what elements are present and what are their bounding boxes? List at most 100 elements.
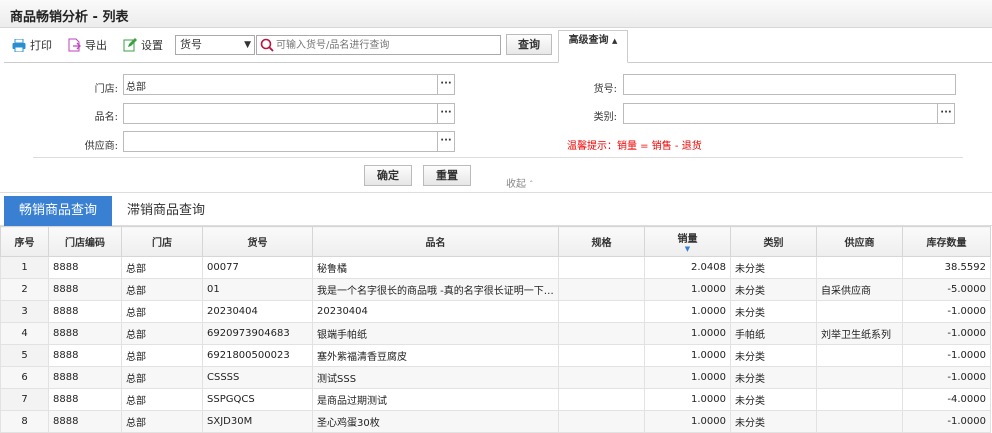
header-store-code[interactable]: 门店编码	[48, 226, 122, 257]
table-cell: 8888	[48, 322, 122, 345]
field-select[interactable]: 货号 ▼	[175, 35, 255, 55]
store-label: 门店:	[94, 84, 118, 95]
name-picker-button[interactable]: ···	[437, 103, 455, 124]
table-cell: 6921800500023	[202, 344, 313, 367]
reset-button[interactable]: 重置	[423, 165, 471, 186]
table-cell: 5	[0, 344, 49, 367]
table-cell: 1.0000	[644, 300, 731, 323]
confirm-button[interactable]: 确定	[364, 165, 412, 186]
table-cell	[558, 322, 645, 345]
export-button[interactable]: 导出	[68, 36, 107, 54]
code-label: 货号:	[593, 84, 617, 95]
table-cell: 总部	[121, 410, 203, 433]
table-cell: 38.5592	[902, 256, 991, 279]
table-cell: 1.0000	[644, 410, 731, 433]
table-cell: 总部	[121, 278, 203, 301]
table-cell: -1.0000	[902, 410, 991, 433]
table-row[interactable]: 4 8888 总部 6920973904683 银端手帕纸 1.0000 手帕纸 刘举卫生纸系…	[0, 322, 991, 345]
table-cell: 8	[0, 410, 49, 433]
header-supplier[interactable]: 供应商	[816, 226, 903, 257]
search-box	[256, 35, 501, 55]
table-cell: 总部	[121, 300, 203, 323]
table-cell: 6920973904683	[202, 322, 313, 345]
category-field[interactable]	[623, 103, 938, 124]
table-cell: 圣心鸡蛋30枚	[312, 410, 559, 433]
table-cell: 1.0000	[644, 322, 731, 345]
table-cell: 银端手帕纸	[312, 322, 559, 345]
category-label: 类别:	[593, 112, 617, 123]
name-label: 品名:	[94, 112, 118, 123]
header-category[interactable]: 类别	[730, 226, 817, 257]
table-cell: 手帕纸	[730, 322, 817, 345]
query-tabs: 畅销商品查询 滞销商品查询	[0, 192, 992, 226]
table-cell: 7	[0, 388, 49, 411]
table-row[interactable]: 6 8888 总部 CSSSS 测试SSS 1.0000 未分类 -1.0000	[0, 366, 991, 389]
table-cell: 00077	[202, 256, 313, 279]
table-cell: 总部	[121, 366, 203, 389]
code-field[interactable]	[623, 74, 956, 95]
table-cell: -5.0000	[902, 278, 991, 301]
category-picker-button[interactable]: ···	[937, 103, 955, 124]
table-header-row: 序号 门店编码 门店 货号 品名 规格 销量 ▼ 类别 供应商 库存数量	[0, 226, 991, 257]
advanced-query-label: 高级查询	[568, 35, 609, 46]
table-cell: 3	[0, 300, 49, 323]
results-table: 序号 门店编码 门店 货号 品名 规格 销量 ▼ 类别 供应商 库存数量 1 88…	[0, 226, 991, 433]
query-button[interactable]: 查询	[506, 34, 552, 55]
table-cell: 总部	[121, 322, 203, 345]
table-cell: 20230404	[202, 300, 313, 323]
table-cell: -4.0000	[902, 388, 991, 411]
table-cell: 是商品过期测试	[312, 388, 559, 411]
table-row[interactable]: 8 8888 总部 SXJD30M 圣心鸡蛋30枚 1.0000 未分类 -1.0000	[0, 410, 991, 433]
print-button[interactable]: 打印	[12, 36, 52, 54]
table-cell	[816, 366, 903, 389]
table-row[interactable]: 7 8888 总部 SSPGQCS 是商品过期测试 1.0000 未分类 -4.0000	[0, 388, 991, 411]
table-cell	[558, 410, 645, 433]
table-cell: 8888	[48, 366, 122, 389]
title-bar: 商品畅销分析 - 列表	[0, 0, 992, 28]
header-seq[interactable]: 序号	[0, 226, 49, 257]
table-cell	[558, 256, 645, 279]
table-cell: 未分类	[730, 278, 817, 301]
table-row[interactable]: 5 8888 总部 6921800500023 塞外紫福清香豆腐皮 1.0000 未分类 -1…	[0, 344, 991, 367]
settings-button[interactable]: 设置	[123, 36, 163, 54]
edit-settings-icon	[123, 38, 137, 52]
supplier-label: 供应商:	[84, 141, 118, 152]
table-cell: 1.0000	[644, 388, 731, 411]
table-cell: 总部	[121, 344, 203, 367]
table-row[interactable]: 1 8888 总部 00077 秘鲁橘 2.0408 未分类 38.5592	[0, 256, 991, 279]
table-cell: 8888	[48, 278, 122, 301]
header-spec[interactable]: 规格	[558, 226, 645, 257]
header-stock[interactable]: 库存数量	[902, 226, 991, 257]
supplier-picker-button[interactable]: ···	[437, 131, 455, 152]
name-field[interactable]	[123, 103, 438, 124]
table-row[interactable]: 3 8888 总部 20230404 20230404 1.0000 未分类 -1.0000	[0, 300, 991, 323]
printer-icon	[12, 38, 26, 52]
header-sales-label: 销量	[677, 234, 698, 245]
search-input[interactable]	[276, 37, 498, 53]
header-store[interactable]: 门店	[121, 226, 203, 257]
table-cell: 6	[0, 366, 49, 389]
supplier-field[interactable]	[123, 131, 438, 152]
export-label: 导出	[85, 39, 107, 52]
table-cell: -1.0000	[902, 366, 991, 389]
table-row[interactable]: 2 8888 总部 01 我是一个名字很长的商品哦 -真的名字很长证明一下名... 1.0…	[0, 278, 991, 301]
table-cell: 未分类	[730, 366, 817, 389]
store-picker-button[interactable]: ···	[437, 74, 455, 95]
table-cell: 1.0000	[644, 366, 731, 389]
store-field[interactable]: 总部	[123, 74, 438, 95]
table-cell: SXJD30M	[202, 410, 313, 433]
table-cell: 1.0000	[644, 344, 731, 367]
table-cell: SSPGQCS	[202, 388, 313, 411]
table-cell: 未分类	[730, 344, 817, 367]
table-cell: -1.0000	[902, 322, 991, 345]
collapse-button[interactable]: 收起 ˆ	[506, 175, 533, 190]
table-cell: 未分类	[730, 388, 817, 411]
header-sales[interactable]: 销量 ▼	[644, 226, 731, 257]
tab-slow-seller[interactable]: 滞销商品查询	[118, 196, 214, 226]
advanced-query-tab[interactable]: 高级查询 ▲	[558, 30, 628, 63]
table-cell: 8888	[48, 388, 122, 411]
tab-bestseller[interactable]: 畅销商品查询	[4, 196, 112, 226]
sales-tip: 温馨提示：销量 = 销售 - 退货	[567, 141, 702, 152]
header-code[interactable]: 货号	[202, 226, 313, 257]
header-name[interactable]: 品名	[312, 226, 559, 257]
